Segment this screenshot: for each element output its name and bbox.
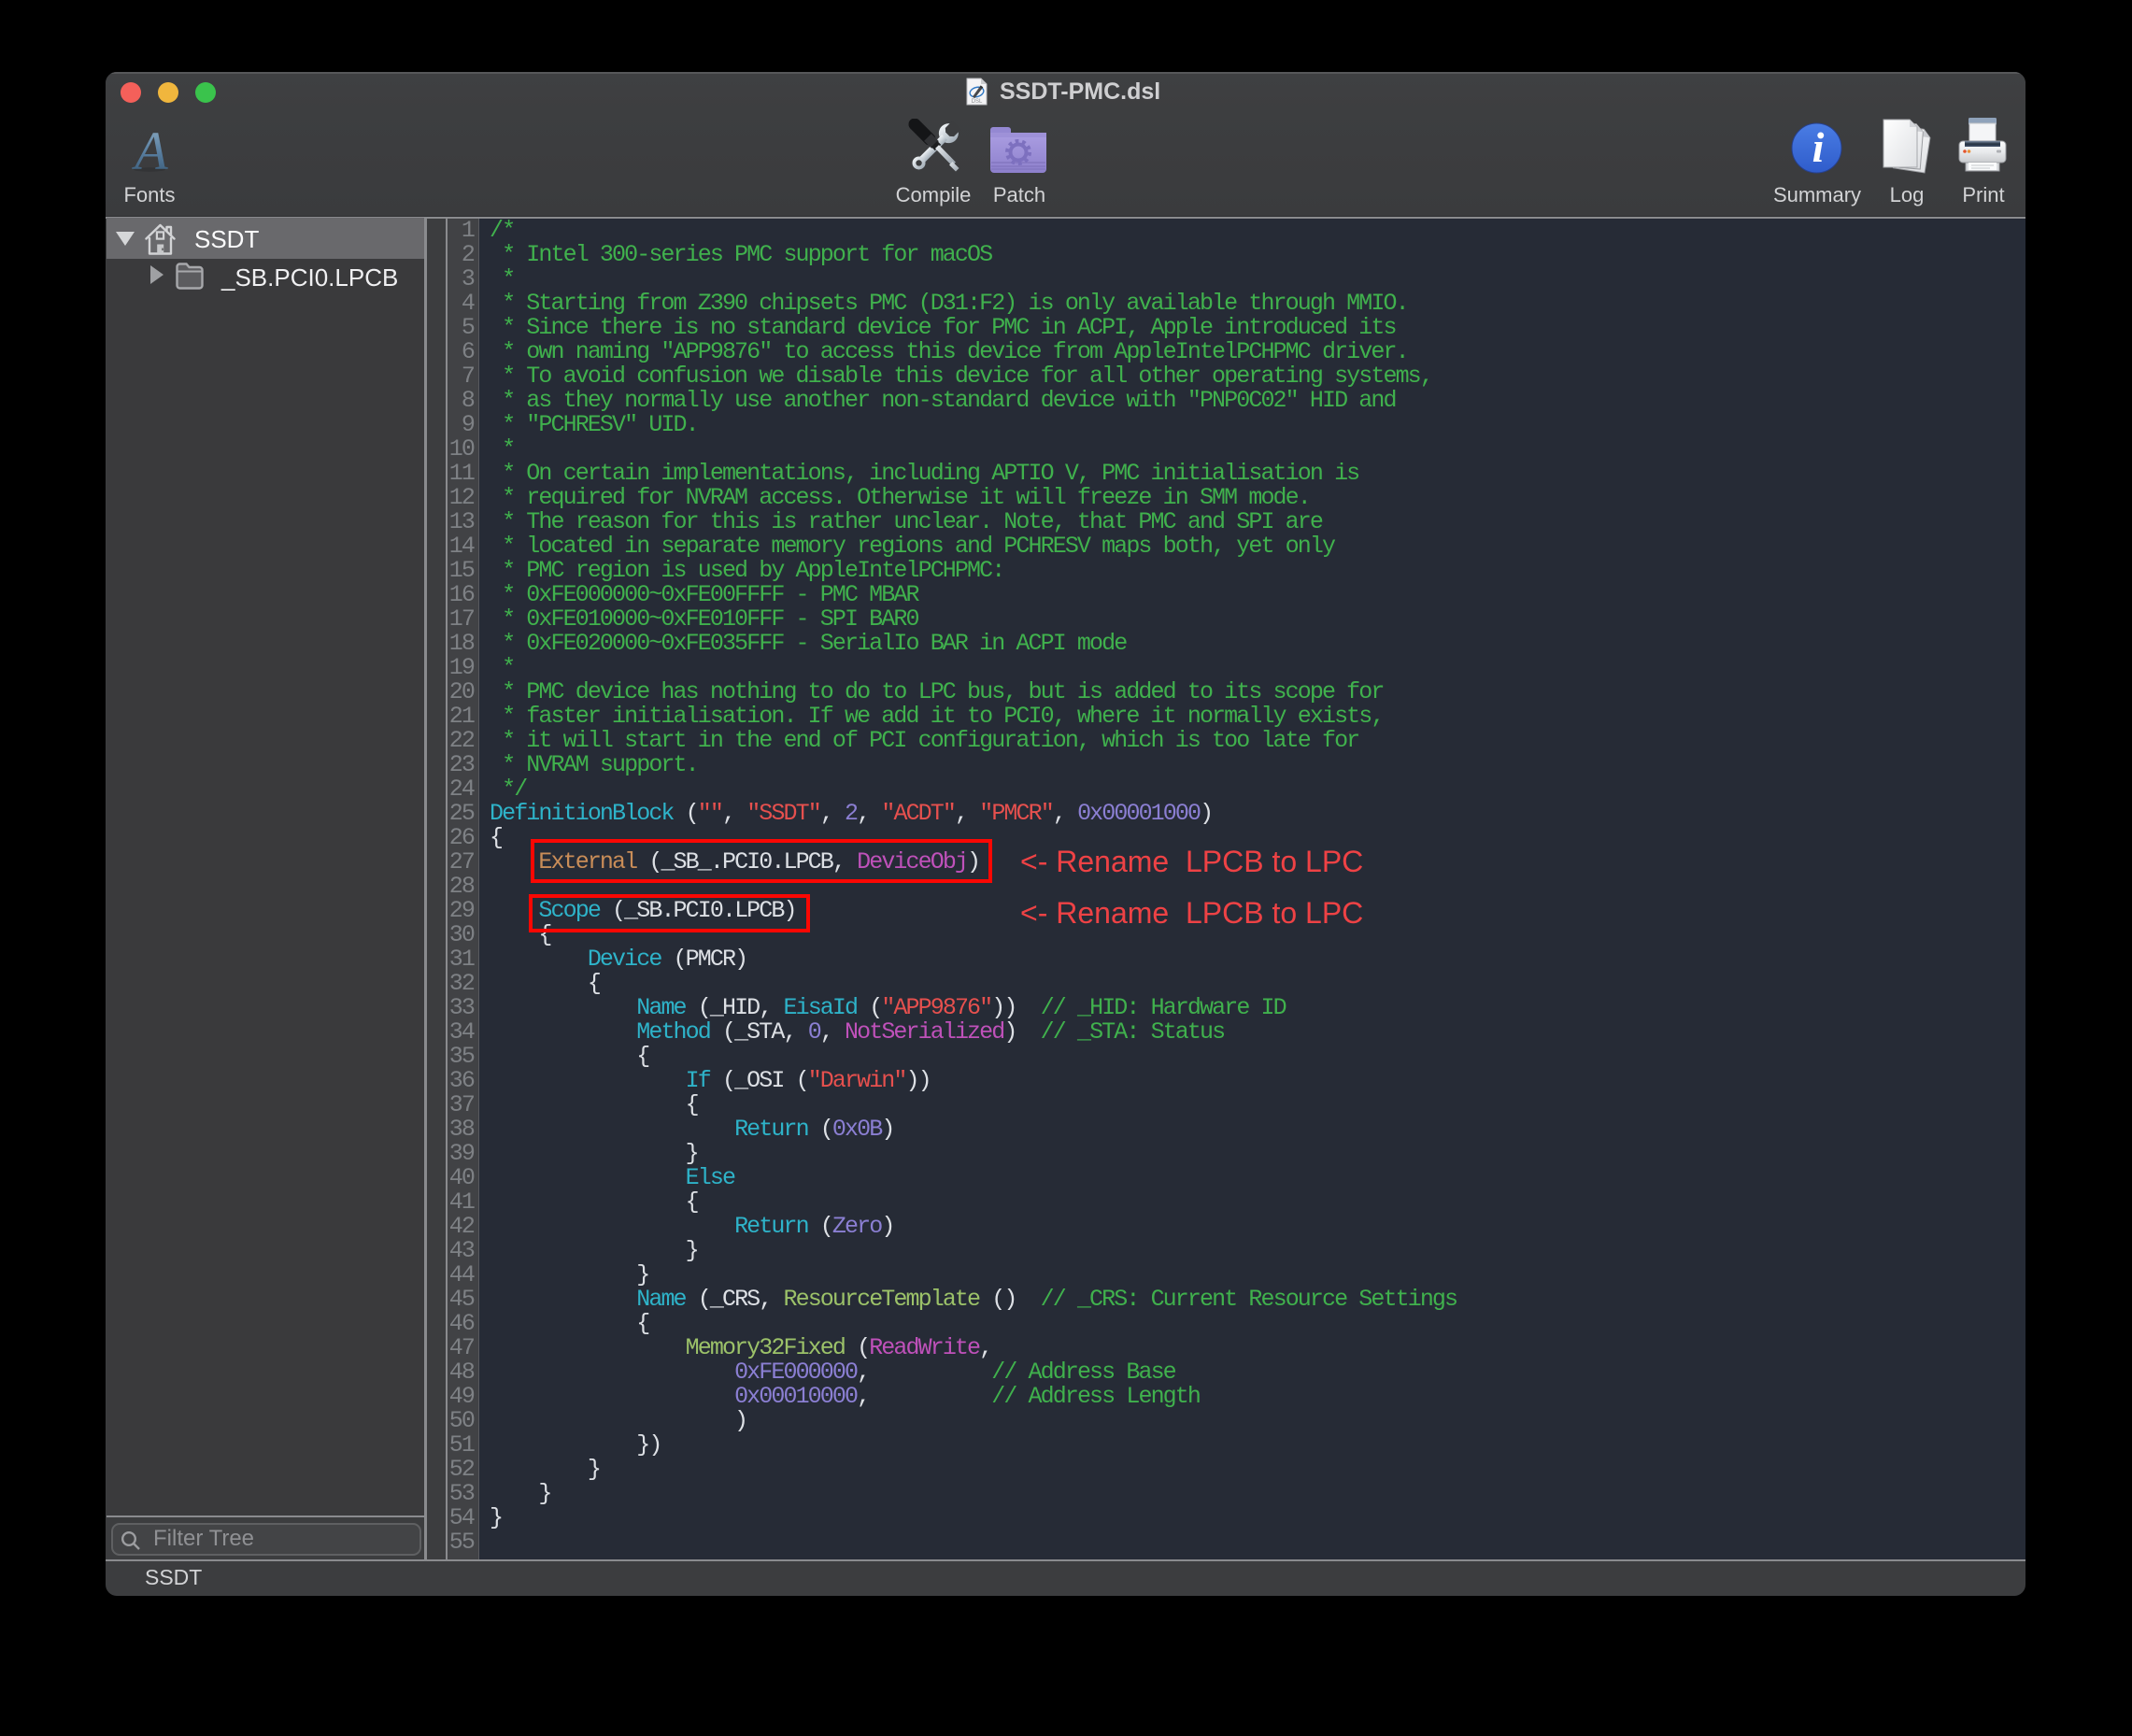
svg-text:DSL: DSL [972,99,983,105]
svg-text:A: A [131,128,168,173]
svg-text:i: i [1812,123,1825,171]
